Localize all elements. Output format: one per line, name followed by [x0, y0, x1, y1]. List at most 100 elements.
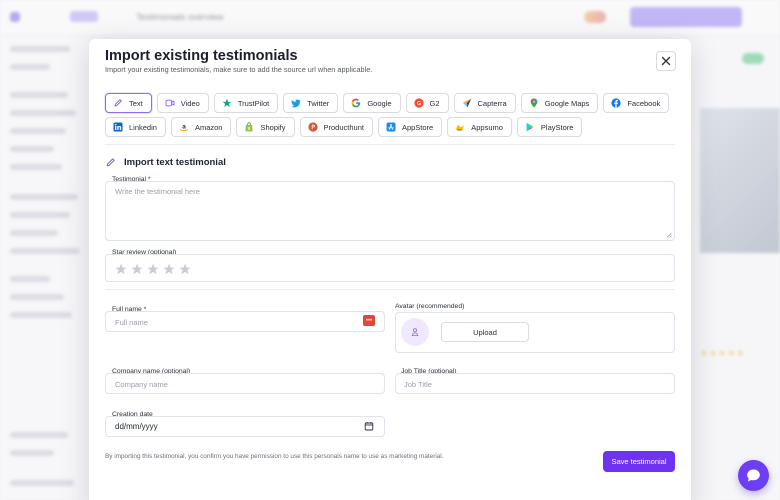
source-button-capterra[interactable]: Capterra: [453, 93, 516, 113]
background-sidebar-line: [10, 46, 70, 52]
source-button-label: TrustPilot: [237, 98, 270, 108]
background-sidebar-line: [10, 64, 50, 70]
source-button-linkedin[interactable]: Linkedin: [105, 117, 166, 137]
facebook-icon: [611, 98, 621, 108]
company-name-input[interactable]: Company name: [105, 373, 385, 394]
background-sidebar-line: [10, 312, 72, 318]
full-name-placeholder: Full name: [115, 318, 148, 327]
source-button-twitter[interactable]: Twitter: [283, 93, 339, 113]
avatar-upload-box: [395, 312, 675, 353]
appstore-icon: [386, 122, 396, 132]
company-name-placeholder: Company name: [115, 380, 168, 389]
background-photo: [700, 108, 780, 253]
resize-grip-icon[interactable]: [666, 232, 672, 238]
google-g-icon: [351, 98, 361, 108]
testimonial-textarea[interactable]: Write the testimonial here: [105, 181, 675, 241]
import-testimonials-modal: Import existing testimonials Import your…: [89, 39, 691, 500]
background-sidebar-line: [10, 276, 50, 282]
background-sidebar: [0, 36, 90, 500]
star-icon[interactable]: [147, 263, 159, 275]
playstore-icon: [525, 122, 535, 132]
background-toggle: [742, 53, 764, 64]
background-right-panel: [690, 36, 780, 500]
background-sidebar-line: [10, 194, 78, 200]
source-button-appsumo[interactable]: Appsumo: [447, 117, 512, 137]
producthunt-icon: [307, 122, 318, 132]
upload-button[interactable]: Upload: [441, 322, 529, 342]
consent-text: By importing this testimonial, you confi…: [105, 453, 444, 460]
trustpilot-star-icon: [222, 98, 232, 108]
background-sidebar-line: [10, 450, 54, 456]
linkedin-icon: [113, 122, 123, 132]
background-avatars: [584, 11, 606, 23]
source-button-facebook[interactable]: Facebook: [603, 93, 670, 113]
appsumo-icon: [455, 122, 465, 132]
section-header: Import text testimonial: [105, 157, 226, 168]
source-button-label: Linkedin: [129, 122, 157, 132]
creation-date-value: dd/mm/yyyy: [115, 422, 158, 431]
map-pin-icon: [529, 98, 539, 108]
calendar-icon[interactable]: [364, 421, 374, 431]
background-logo: [10, 12, 20, 22]
background-cta-button: [630, 7, 742, 27]
job-title-placeholder: Job Title: [404, 380, 432, 389]
source-button-label: Amazon: [194, 122, 223, 132]
save-testimonial-button[interactable]: Save testimonial: [603, 451, 675, 472]
testimonial-placeholder: Write the testimonial here: [115, 187, 200, 196]
full-name-input[interactable]: Full name: [105, 311, 385, 332]
source-button-label: Google Maps: [544, 98, 590, 108]
password-manager-icon[interactable]: •••: [363, 315, 375, 326]
amazon-icon: a: [179, 122, 189, 132]
background-sidebar-line: [10, 480, 74, 486]
g2-icon: G: [413, 98, 424, 108]
source-button-label: Video: [180, 98, 200, 108]
source-button-shopify[interactable]: S Shopify: [236, 117, 295, 137]
background-plan-badge: [70, 11, 98, 22]
background-breadcrumb: Testimonials overview: [136, 12, 224, 22]
source-button-trustpilot[interactable]: TrustPilot: [213, 93, 279, 113]
source-button-label: Producthunt: [323, 122, 364, 132]
background-sidebar-line: [10, 230, 58, 236]
source-button-label: Appsumo: [471, 122, 503, 132]
twitter-bird-icon: [291, 98, 301, 108]
source-button-g2[interactable]: G G2: [405, 93, 449, 113]
source-row-2: Linkedin a Amazon S Shopify Producthunt …: [105, 117, 583, 137]
source-row-1: Text Video TrustPilot Twitter Google G G…: [105, 93, 670, 113]
modal-title: Import existing testimonials: [105, 48, 298, 64]
source-button-label: Capterra: [477, 98, 507, 108]
star-icon[interactable]: [179, 263, 191, 275]
source-button-appstore[interactable]: AppStore: [377, 117, 443, 137]
background-sidebar-line: [10, 146, 54, 152]
source-button-playstore[interactable]: PlayStore: [516, 117, 583, 137]
background-sidebar-line: [10, 110, 76, 116]
source-button-google[interactable]: Google: [343, 93, 401, 113]
source-button-label: Text: [129, 98, 143, 108]
job-title-input[interactable]: Job Title: [395, 373, 675, 394]
svg-text:G: G: [416, 101, 420, 107]
star-icon[interactable]: [131, 263, 143, 275]
source-button-label: Twitter: [307, 98, 330, 108]
background-sidebar-line: [10, 164, 62, 170]
user-icon: [411, 328, 419, 336]
source-button-label: Shopify: [260, 122, 286, 132]
star-icon[interactable]: [163, 263, 175, 275]
pencil-icon: [113, 98, 123, 108]
chat-bubble-icon: [747, 469, 760, 482]
source-button-video[interactable]: Video: [156, 93, 209, 113]
source-button-label: PlayStore: [540, 122, 574, 132]
avatar-label: Avatar (recommended): [395, 303, 465, 310]
close-button[interactable]: [656, 51, 676, 71]
star-rating-input: [115, 263, 191, 275]
source-button-text[interactable]: Text: [105, 93, 152, 113]
source-button-label: Facebook: [627, 98, 661, 108]
source-button-producthunt[interactable]: Producthunt: [299, 117, 373, 137]
source-button-google-maps[interactable]: Google Maps: [520, 93, 599, 113]
source-button-amazon[interactable]: a Amazon: [170, 117, 232, 137]
capterra-icon: [462, 98, 472, 108]
background-sidebar-line: [10, 92, 68, 98]
chat-widget-button[interactable]: [738, 460, 769, 491]
background-topbar: Testimonials overview: [0, 0, 780, 36]
source-button-label: G2: [429, 98, 440, 108]
star-icon[interactable]: [115, 263, 127, 275]
background-sidebar-line: [10, 248, 80, 254]
